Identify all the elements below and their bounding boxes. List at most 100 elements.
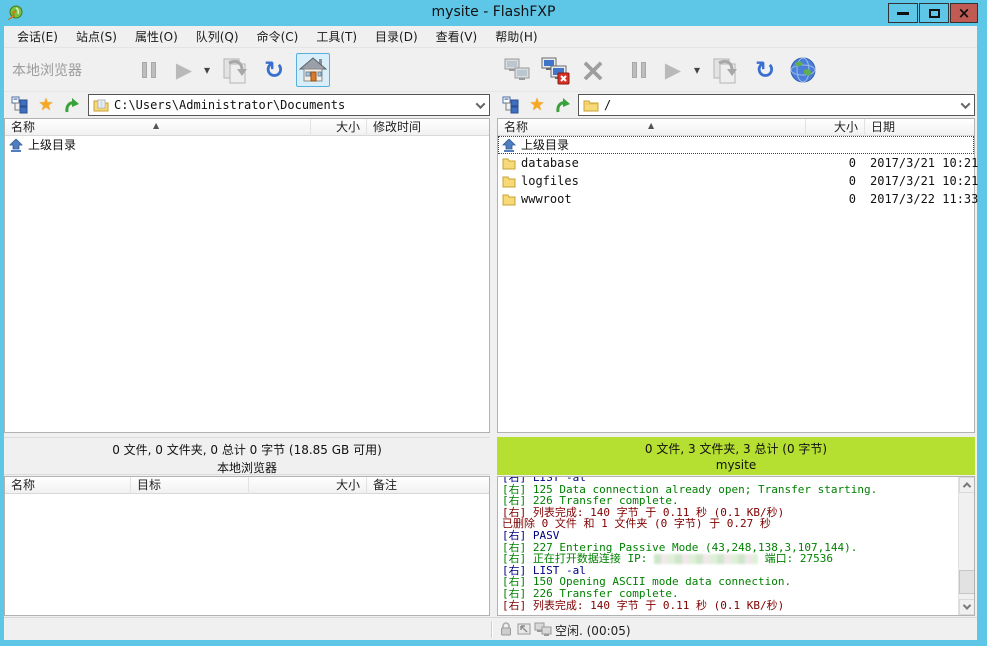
- local-list-header: 名称 ▲ 大小 修改时间: [5, 119, 489, 136]
- menu-sites[interactable]: 站点(S): [67, 25, 126, 48]
- remote-row-logfiles[interactable]: logfiles 0 2017/3/21 10:21: [498, 172, 974, 190]
- maximize-icon: [929, 9, 940, 18]
- remote-pause-button[interactable]: [622, 53, 656, 87]
- up-arrow-icon: [554, 96, 572, 114]
- local-path-combobox[interactable]: C:\Users\Administrator\Documents: [88, 94, 490, 116]
- menu-help[interactable]: 帮助(H): [486, 25, 546, 48]
- scroll-down-button[interactable]: [959, 599, 975, 615]
- remote-favorites-button[interactable]: ★: [526, 94, 548, 116]
- column-header-name[interactable]: 名称 ▲: [498, 119, 806, 136]
- queue-empty-body[interactable]: [5, 494, 489, 615]
- log-scrollbar[interactable]: [958, 477, 974, 615]
- local-resume-button[interactable]: ▶: [167, 53, 201, 87]
- star-icon: ★: [38, 97, 53, 114]
- transfer-queue-pane: 名称 目标 大小 备注: [4, 476, 490, 616]
- column-header-modified[interactable]: 修改时间: [367, 119, 489, 136]
- remote-path-dropdown-button[interactable]: [956, 95, 974, 115]
- local-status-summary: 0 文件, 0 文件夹, 0 总计 0 字节 (18.85 GB 可用) 本地浏…: [4, 437, 490, 475]
- local-transfer-button[interactable]: [218, 53, 252, 87]
- pause-icon: [630, 62, 648, 78]
- column-header-date[interactable]: 日期: [865, 119, 974, 136]
- folder-icon: [502, 193, 516, 206]
- titlebar: mysite - FlashFXP ×: [0, 0, 987, 26]
- transfer-icon: [711, 56, 739, 84]
- transfer-icon: [221, 56, 249, 84]
- column-header-name[interactable]: 名称: [5, 477, 131, 494]
- remote-disconnect-button[interactable]: [538, 53, 572, 87]
- remote-abort-button[interactable]: ×: [576, 53, 610, 87]
- refresh-icon: ↻: [264, 58, 284, 82]
- abort-x-icon: ×: [580, 55, 607, 85]
- column-header-target[interactable]: 目标: [131, 477, 249, 494]
- chevron-down-icon: ▾: [204, 64, 210, 76]
- scroll-up-button[interactable]: [959, 477, 975, 493]
- column-header-size[interactable]: 大小: [806, 119, 865, 136]
- window-mode-icon: [516, 621, 532, 641]
- menubar: 会话(E) 站点(S) 属性(O) 队列(Q) 命令(C) 工具(T) 目录(D…: [4, 26, 977, 48]
- remote-row-wwwroot[interactable]: wwwroot 0 2017/3/22 11:33: [498, 190, 974, 208]
- minimize-button[interactable]: [888, 3, 918, 23]
- flashfxp-window: mysite - FlashFXP × 会话(E) 站点(S) 属性(O) 队列…: [0, 0, 987, 646]
- menu-queue[interactable]: 队列(Q): [187, 25, 248, 48]
- column-header-size[interactable]: 大小: [311, 119, 367, 136]
- connection-status-icon: [534, 621, 552, 641]
- local-refresh-button[interactable]: ↻: [257, 53, 291, 87]
- session-log-pane[interactable]: [右] LIST -al [右] 125 Data connection alr…: [497, 476, 975, 616]
- folder-tree-icon: [502, 96, 520, 114]
- menu-session[interactable]: 会话(E): [8, 25, 67, 48]
- menu-commands[interactable]: 命令(C): [248, 25, 308, 48]
- up-directory-icon: [9, 139, 23, 152]
- local-up-directory-button[interactable]: [61, 94, 83, 116]
- remote-row-parent-dir[interactable]: 上级目录: [498, 136, 974, 154]
- column-header-note[interactable]: 备注: [367, 477, 489, 494]
- minimize-icon: [897, 12, 909, 15]
- menu-view[interactable]: 查看(V): [427, 25, 487, 48]
- local-tree-toggle-button[interactable]: [9, 94, 31, 116]
- chevron-down-icon: [475, 99, 485, 109]
- disconnect-icon: [540, 55, 570, 85]
- sort-ascending-icon: ▲: [648, 119, 654, 134]
- statusbar: 空闲. (00:05): [4, 617, 977, 640]
- menu-options[interactable]: 属性(O): [126, 25, 187, 48]
- window-title: mysite - FlashFXP: [0, 4, 987, 20]
- pathbar-row: ★ C:\Users\Administrator\Documents: [4, 92, 977, 118]
- refresh-icon: ↻: [755, 58, 775, 82]
- chevron-down-icon: [963, 601, 971, 609]
- sort-ascending-icon: ▲: [153, 119, 159, 134]
- remote-refresh-button[interactable]: ↻: [748, 53, 782, 87]
- remote-path-combobox[interactable]: /: [578, 94, 975, 116]
- home-icon: [299, 57, 327, 83]
- local-pause-button[interactable]: [132, 53, 166, 87]
- local-path-dropdown-button[interactable]: [471, 95, 489, 115]
- menu-directory[interactable]: 目录(D): [366, 25, 427, 48]
- redacted-ip: [654, 554, 758, 564]
- remote-row-database[interactable]: database 0 2017/3/21 10:21: [498, 154, 974, 172]
- remote-site-info-button[interactable]: [786, 53, 820, 87]
- connect-icon: [503, 55, 533, 85]
- remote-up-directory-button[interactable]: [552, 94, 574, 116]
- log-line: [右] 列表完成: 140 字节 于 0.11 秒 (0.1 KB/秒): [502, 600, 957, 612]
- scrollbar-thumb[interactable]: [959, 570, 975, 594]
- column-header-size[interactable]: 大小: [249, 477, 367, 494]
- local-row-parent-dir[interactable]: 上级目录: [5, 136, 489, 154]
- local-favorites-button[interactable]: ★: [35, 94, 57, 116]
- close-button[interactable]: ×: [950, 3, 978, 23]
- remote-resume-dropdown[interactable]: ▾: [690, 53, 704, 87]
- local-pane-label: 本地浏览器: [4, 458, 490, 476]
- local-resume-dropdown[interactable]: ▾: [200, 53, 214, 87]
- remote-path-value: /: [604, 98, 956, 112]
- star-icon: ★: [529, 97, 544, 114]
- maximize-button[interactable]: [919, 3, 949, 23]
- folder-icon: [502, 175, 516, 188]
- remote-connect-button[interactable]: [501, 53, 535, 87]
- remote-transfer-button[interactable]: [708, 53, 742, 87]
- client-area: 会话(E) 站点(S) 属性(O) 队列(Q) 命令(C) 工具(T) 目录(D…: [4, 26, 977, 640]
- local-count-summary: 0 文件, 0 文件夹, 0 总计 0 字节 (18.85 GB 可用): [4, 438, 490, 458]
- globe-icon: [789, 56, 817, 84]
- remote-tree-toggle-button[interactable]: [500, 94, 522, 116]
- local-home-button[interactable]: [296, 53, 330, 87]
- column-header-name[interactable]: 名称 ▲: [5, 119, 311, 136]
- remote-resume-button[interactable]: ▶: [656, 53, 690, 87]
- local-file-list: 名称 ▲ 大小 修改时间 上级目录: [4, 118, 490, 433]
- menu-tools[interactable]: 工具(T): [307, 25, 366, 48]
